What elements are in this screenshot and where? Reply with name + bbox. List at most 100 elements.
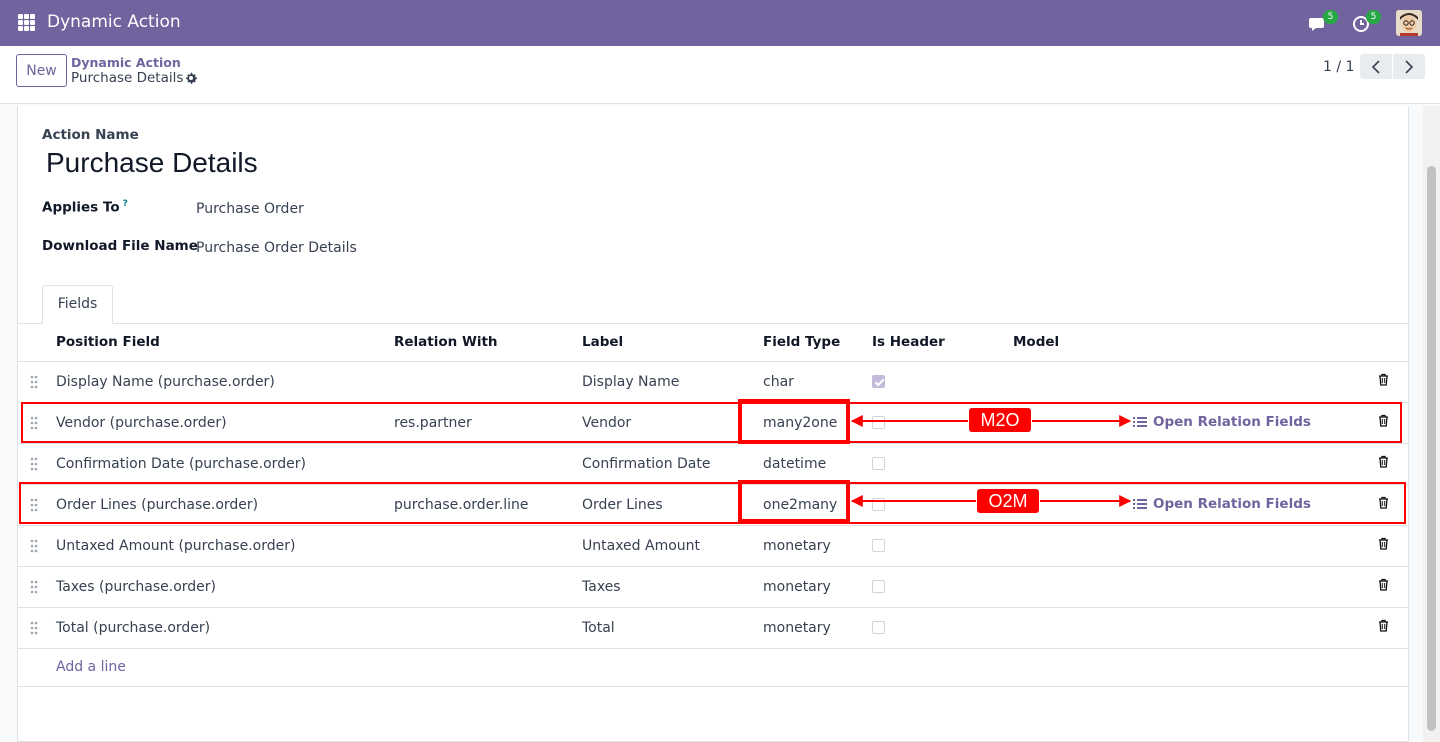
field-type-cell[interactable]: many2one	[763, 402, 872, 444]
is-header-checkbox[interactable]	[872, 539, 885, 552]
row-drag-handle[interactable]	[18, 566, 56, 608]
model-cell: Open Relation Fields	[1013, 402, 1358, 444]
relation-with-cell[interactable]	[394, 566, 582, 608]
label-cell[interactable]: Untaxed Amount	[582, 525, 763, 567]
drag-handle-icon[interactable]	[30, 416, 38, 430]
row-drag-handle[interactable]	[18, 402, 56, 444]
pager-next-button[interactable]	[1393, 54, 1425, 79]
applies-to-label: Applies To?	[42, 199, 128, 216]
trash-icon[interactable]	[1378, 414, 1389, 427]
field-type-cell[interactable]: monetary	[763, 566, 872, 608]
delete-cell	[1358, 402, 1408, 444]
applies-to-field[interactable]: Purchase Order	[196, 201, 304, 217]
help-tooltip-icon[interactable]: ?	[123, 199, 128, 209]
tab-fields[interactable]: Fields	[42, 285, 113, 324]
table-row[interactable]: Display Name (purchase.order) Display Nam…	[18, 361, 1408, 403]
field-type-cell[interactable]: monetary	[763, 607, 872, 649]
position-field-cell[interactable]: Display Name (purchase.order)	[56, 361, 394, 403]
column-header-field-type[interactable]: Field Type	[763, 324, 872, 362]
apps-grid-icon[interactable]	[18, 14, 35, 31]
column-header-is-header[interactable]: Is Header	[872, 324, 1013, 362]
is-header-checkbox[interactable]	[872, 621, 885, 634]
table-row[interactable]: Taxes (purchase.order) Taxes monetary	[18, 566, 1408, 608]
drag-handle-icon[interactable]	[30, 375, 38, 389]
label-cell[interactable]: Display Name	[582, 361, 763, 403]
drag-handle-icon[interactable]	[30, 498, 38, 512]
table-row[interactable]: Vendor (purchase.order) res.partner Vendor…	[18, 402, 1408, 444]
download-file-name-field[interactable]: Purchase Order Details	[196, 240, 357, 256]
position-field-cell[interactable]: Confirmation Date (purchase.order)	[56, 443, 394, 485]
trash-icon[interactable]	[1378, 496, 1389, 509]
position-field-cell[interactable]: Vendor (purchase.order)	[56, 402, 394, 444]
is-header-checkbox[interactable]	[872, 416, 885, 429]
chevron-left-icon	[1371, 59, 1380, 74]
avatar[interactable]	[1396, 10, 1422, 36]
drag-handle-icon[interactable]	[30, 539, 38, 553]
column-header-relation-with[interactable]: Relation With	[394, 324, 582, 362]
relation-with-cell[interactable]	[394, 443, 582, 485]
is-header-checkbox[interactable]	[872, 580, 885, 593]
row-drag-handle[interactable]	[18, 607, 56, 649]
column-header-model[interactable]: Model	[1013, 324, 1358, 362]
column-header-position-field[interactable]: Position Field	[56, 324, 394, 362]
table-row[interactable]: Order Lines (purchase.order) purchase.ord…	[18, 484, 1408, 526]
label-cell[interactable]: Taxes	[582, 566, 763, 608]
table-row[interactable]: Total (purchase.order) Total monetary	[18, 607, 1408, 649]
position-field-cell[interactable]: Untaxed Amount (purchase.order)	[56, 525, 394, 567]
model-cell	[1013, 525, 1358, 567]
list-icon	[1133, 498, 1147, 509]
trash-icon[interactable]	[1378, 373, 1389, 386]
is-header-checkbox[interactable]	[872, 457, 885, 470]
field-type-cell[interactable]: monetary	[763, 525, 872, 567]
model-cell	[1013, 607, 1358, 649]
position-field-cell[interactable]: Taxes (purchase.order)	[56, 566, 394, 608]
trash-icon[interactable]	[1378, 455, 1389, 468]
open-relation-fields-button[interactable]: Open Relation Fields	[1133, 496, 1311, 512]
relation-with-cell[interactable]: res.partner	[394, 402, 582, 444]
breadcrumb-parent-link[interactable]: Dynamic Action	[71, 55, 181, 70]
is-header-checkbox[interactable]	[872, 498, 885, 511]
relation-with-cell[interactable]: purchase.order.line	[394, 484, 582, 526]
vertical-scrollbar[interactable]	[1423, 106, 1440, 742]
position-field-cell[interactable]: Order Lines (purchase.order)	[56, 484, 394, 526]
table-row[interactable]: Untaxed Amount (purchase.order) Untaxed A…	[18, 525, 1408, 567]
row-drag-handle[interactable]	[18, 443, 56, 485]
breadcrumb-current: Purchase Details	[71, 70, 184, 86]
field-type-cell[interactable]: char	[763, 361, 872, 403]
relation-with-cell[interactable]	[394, 361, 582, 403]
relation-with-cell[interactable]	[394, 525, 582, 567]
field-type-cell[interactable]: datetime	[763, 443, 872, 485]
add-line-cell: Add a line	[56, 648, 1408, 687]
drag-handle-icon[interactable]	[30, 580, 38, 594]
pager-previous-button[interactable]	[1360, 54, 1392, 79]
row-drag-handle[interactable]	[18, 484, 56, 526]
row-drag-handle[interactable]	[18, 361, 56, 403]
trash-icon[interactable]	[1378, 537, 1389, 550]
is-header-checkbox[interactable]	[872, 375, 885, 388]
add-line-link[interactable]: Add a line	[56, 659, 126, 675]
label-cell[interactable]: Vendor	[582, 402, 763, 444]
label-cell[interactable]: Confirmation Date	[582, 443, 763, 485]
scrollbar-thumb[interactable]	[1427, 166, 1436, 731]
model-cell	[1013, 566, 1358, 608]
column-header-label[interactable]: Label	[582, 324, 763, 362]
drag-handle-icon[interactable]	[30, 457, 38, 471]
relation-with-cell[interactable]	[394, 607, 582, 649]
drag-handle-icon[interactable]	[30, 621, 38, 635]
table-row[interactable]: Confirmation Date (purchase.order) Confir…	[18, 443, 1408, 485]
row-drag-handle[interactable]	[18, 525, 56, 567]
label-cell[interactable]: Order Lines	[582, 484, 763, 526]
trash-column-header	[1358, 324, 1408, 362]
trash-icon[interactable]	[1378, 619, 1389, 632]
field-type-cell[interactable]: one2many	[763, 484, 872, 526]
action-name-field[interactable]: Purchase Details	[46, 147, 258, 179]
app-title[interactable]: Dynamic Action	[47, 12, 181, 32]
gear-icon[interactable]	[184, 71, 198, 85]
new-button[interactable]: New	[16, 54, 67, 87]
model-cell	[1013, 443, 1358, 485]
label-cell[interactable]: Total	[582, 607, 763, 649]
open-relation-fields-button[interactable]: Open Relation Fields	[1133, 414, 1311, 430]
position-field-cell[interactable]: Total (purchase.order)	[56, 607, 394, 649]
trash-icon[interactable]	[1378, 578, 1389, 591]
pager-value[interactable]: 1 / 1	[1323, 59, 1354, 75]
